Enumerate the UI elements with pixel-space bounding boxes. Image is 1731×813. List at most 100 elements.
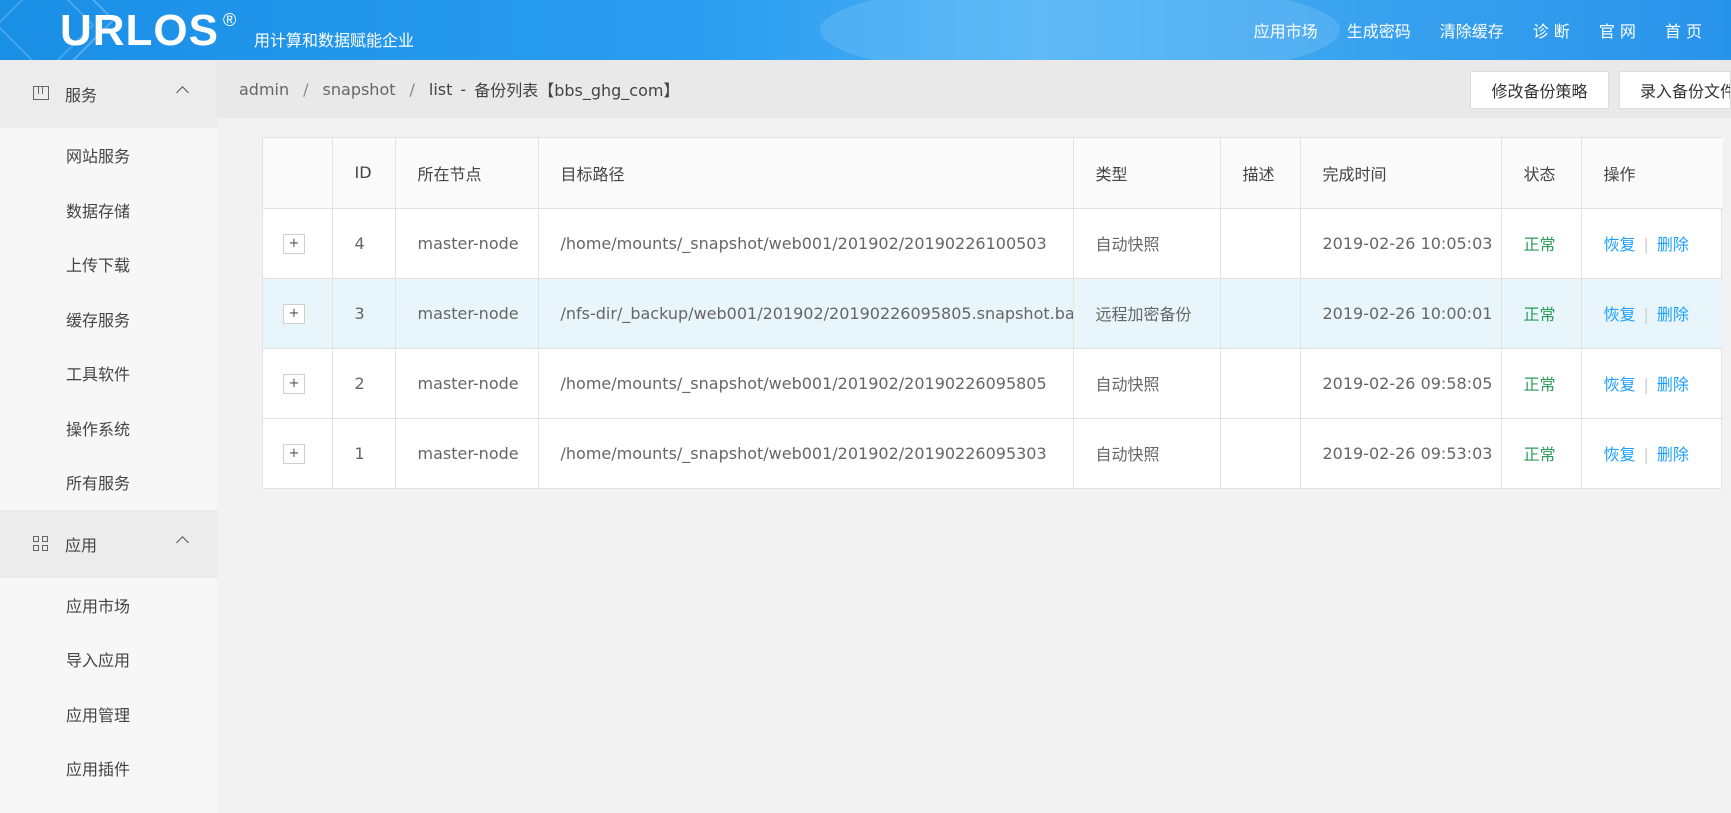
status-badge: 正常 — [1501, 208, 1582, 279]
cell-type: 自动快照 — [1073, 348, 1221, 419]
sidebar-item-all-services[interactable]: 所有服务 — [0, 455, 217, 510]
action-separator: | — [1643, 445, 1649, 465]
sidebar-group-label: 应用 — [65, 535, 98, 555]
sidebar-item-upload-download[interactable]: 上传下载 — [0, 237, 217, 292]
cell-time: 2019-02-26 09:53:03 — [1300, 418, 1502, 488]
edit-backup-policy-button[interactable]: 修改备份策略 — [1470, 71, 1609, 109]
sidebar-item-app-market[interactable]: 应用市场 — [0, 578, 217, 633]
sidebar-item-app-plugins[interactable]: 应用插件 — [0, 741, 217, 796]
cell-id: 1 — [332, 418, 396, 488]
column-header-path: 目标路径 — [538, 138, 1074, 209]
nav-app-market[interactable]: 应用市场 — [1254, 18, 1318, 42]
cell-id: 2 — [332, 348, 396, 419]
sidebar-item-app-management[interactable]: 应用管理 — [0, 687, 217, 742]
column-header-actions: 操作 — [1581, 138, 1723, 209]
column-header-description: 描述 — [1220, 138, 1301, 209]
restore-link[interactable]: 恢复 — [1604, 235, 1636, 254]
main-content: ID 所在节点 目标路径 类型 描述 完成时间 状态 操作 + 4 master… — [238, 118, 1731, 813]
import-backup-file-button[interactable]: 录入备份文件 — [1619, 71, 1731, 109]
expand-row-button[interactable]: + — [283, 444, 305, 465]
table-row: + 3 master-node /nfs-dir/_backup/web001/… — [263, 278, 1723, 349]
delete-link[interactable]: 删除 — [1657, 375, 1689, 394]
nav-official-site[interactable]: 官 网 — [1599, 18, 1636, 42]
cell-path: /home/mounts/_snapshot/web001/201902/201… — [538, 348, 1074, 419]
expand-row-button[interactable]: + — [283, 304, 305, 324]
cell-description — [1220, 278, 1301, 349]
cell-actions: 恢复 | 删除 — [1581, 348, 1723, 419]
nav-home[interactable]: 首 页 — [1665, 18, 1702, 42]
status-badge: 正常 — [1501, 278, 1582, 349]
cell-actions: 恢复 | 删除 — [1581, 208, 1723, 279]
restore-link[interactable]: 恢复 — [1604, 445, 1636, 464]
breadcrumb-separator: / — [409, 79, 415, 99]
column-header-completed-time: 完成时间 — [1300, 138, 1502, 209]
cell-description — [1220, 348, 1301, 419]
expand-row-button[interactable]: + — [283, 374, 305, 394]
sidebar-group-apps[interactable]: 应用 — [0, 509, 217, 578]
column-header-expand — [263, 138, 333, 209]
top-nav: 应用市场 生成密码 清除缓存 诊 断 官 网 首 页 — [1254, 0, 1731, 60]
cell-type: 自动快照 — [1073, 418, 1221, 488]
cell-node: master-node — [395, 208, 539, 279]
backup-table: ID 所在节点 目标路径 类型 描述 完成时间 状态 操作 + 4 master… — [262, 137, 1723, 489]
nav-generate-password[interactable]: 生成密码 — [1347, 18, 1411, 42]
breadcrumb-list: list — [428, 79, 453, 99]
column-header-id: ID — [332, 138, 396, 209]
column-header-status: 状态 — [1501, 138, 1582, 209]
action-separator: | — [1643, 375, 1649, 394]
cell-description — [1220, 418, 1301, 488]
restore-link[interactable]: 恢复 — [1604, 305, 1636, 324]
breadcrumb-dash: - — [460, 79, 467, 99]
column-header-node: 所在节点 — [395, 138, 539, 209]
registered-mark: ® — [223, 10, 238, 30]
status-badge: 正常 — [1501, 418, 1582, 488]
table-header-row: ID 所在节点 目标路径 类型 描述 完成时间 状态 操作 — [263, 138, 1723, 209]
breadcrumb-bar: admin / snapshot / list - 备份列表【bbs_ghg_c… — [217, 60, 1731, 118]
cell-actions: 恢复 | 删除 — [1581, 418, 1723, 488]
sidebar-item-import-app[interactable]: 导入应用 — [0, 632, 217, 687]
grid-icon — [33, 535, 49, 552]
restore-link[interactable]: 恢复 — [1604, 375, 1636, 394]
sidebar-item-website-service[interactable]: 网站服务 — [0, 128, 217, 183]
logo-text: URLOS — [60, 6, 219, 55]
cell-time: 2019-02-26 10:05:03 — [1300, 208, 1502, 279]
cell-path: /home/mounts/_snapshot/web001/201902/201… — [538, 208, 1074, 279]
chevron-up-icon — [176, 535, 189, 549]
table-row: + 2 master-node /home/mounts/_snapshot/w… — [263, 348, 1723, 419]
sidebar-item-os[interactable]: 操作系统 — [0, 401, 217, 456]
service-icon — [33, 86, 49, 102]
breadcrumb-snapshot[interactable]: snapshot — [323, 80, 396, 99]
breadcrumb-separator: / — [303, 79, 309, 99]
action-separator: | — [1643, 305, 1649, 324]
cell-node: master-node — [395, 418, 539, 488]
cell-time: 2019-02-26 09:58:05 — [1300, 348, 1502, 419]
nav-diagnose[interactable]: 诊 断 — [1533, 18, 1570, 42]
column-header-type: 类型 — [1073, 138, 1221, 209]
sidebar-item-tools[interactable]: 工具软件 — [0, 346, 217, 401]
delete-link[interactable]: 删除 — [1657, 305, 1689, 324]
cell-id: 3 — [332, 278, 396, 349]
cell-type: 自动快照 — [1073, 208, 1221, 279]
cell-node: master-node — [395, 278, 539, 349]
slogan: 用计算和数据赋能企业 — [254, 31, 415, 50]
sidebar-item-cache-service[interactable]: 缓存服务 — [0, 292, 217, 347]
top-header: URLOS ® 用计算和数据赋能企业 应用市场 生成密码 清除缓存 诊 断 官 网… — [0, 0, 1731, 60]
cell-id: 4 — [332, 208, 396, 279]
sidebar-group-services[interactable]: 服务 — [0, 60, 217, 128]
cell-path: /nfs-dir/_backup/web001/201902/201902260… — [538, 278, 1074, 349]
sidebar: 服务 网站服务 数据存储 上传下载 缓存服务 工具软件 操作系统 所有服务 应用… — [0, 60, 217, 813]
nav-clear-cache[interactable]: 清除缓存 — [1440, 18, 1504, 42]
sidebar-group-label: 服务 — [65, 86, 98, 105]
breadcrumb-admin[interactable]: admin — [239, 80, 289, 99]
logo[interactable]: URLOS ® — [60, 6, 237, 56]
cell-node: master-node — [395, 348, 539, 419]
cell-time: 2019-02-26 10:00:01 — [1300, 278, 1502, 349]
delete-link[interactable]: 删除 — [1657, 235, 1689, 254]
delete-link[interactable]: 删除 — [1657, 445, 1689, 464]
cell-description — [1220, 208, 1301, 279]
status-badge: 正常 — [1501, 348, 1582, 419]
cell-type: 远程加密备份 — [1073, 278, 1221, 349]
expand-row-button[interactable]: + — [283, 234, 305, 254]
sidebar-item-data-storage[interactable]: 数据存储 — [0, 183, 217, 238]
breadcrumb: admin / snapshot / list - 备份列表【bbs_ghg_c… — [239, 60, 679, 118]
